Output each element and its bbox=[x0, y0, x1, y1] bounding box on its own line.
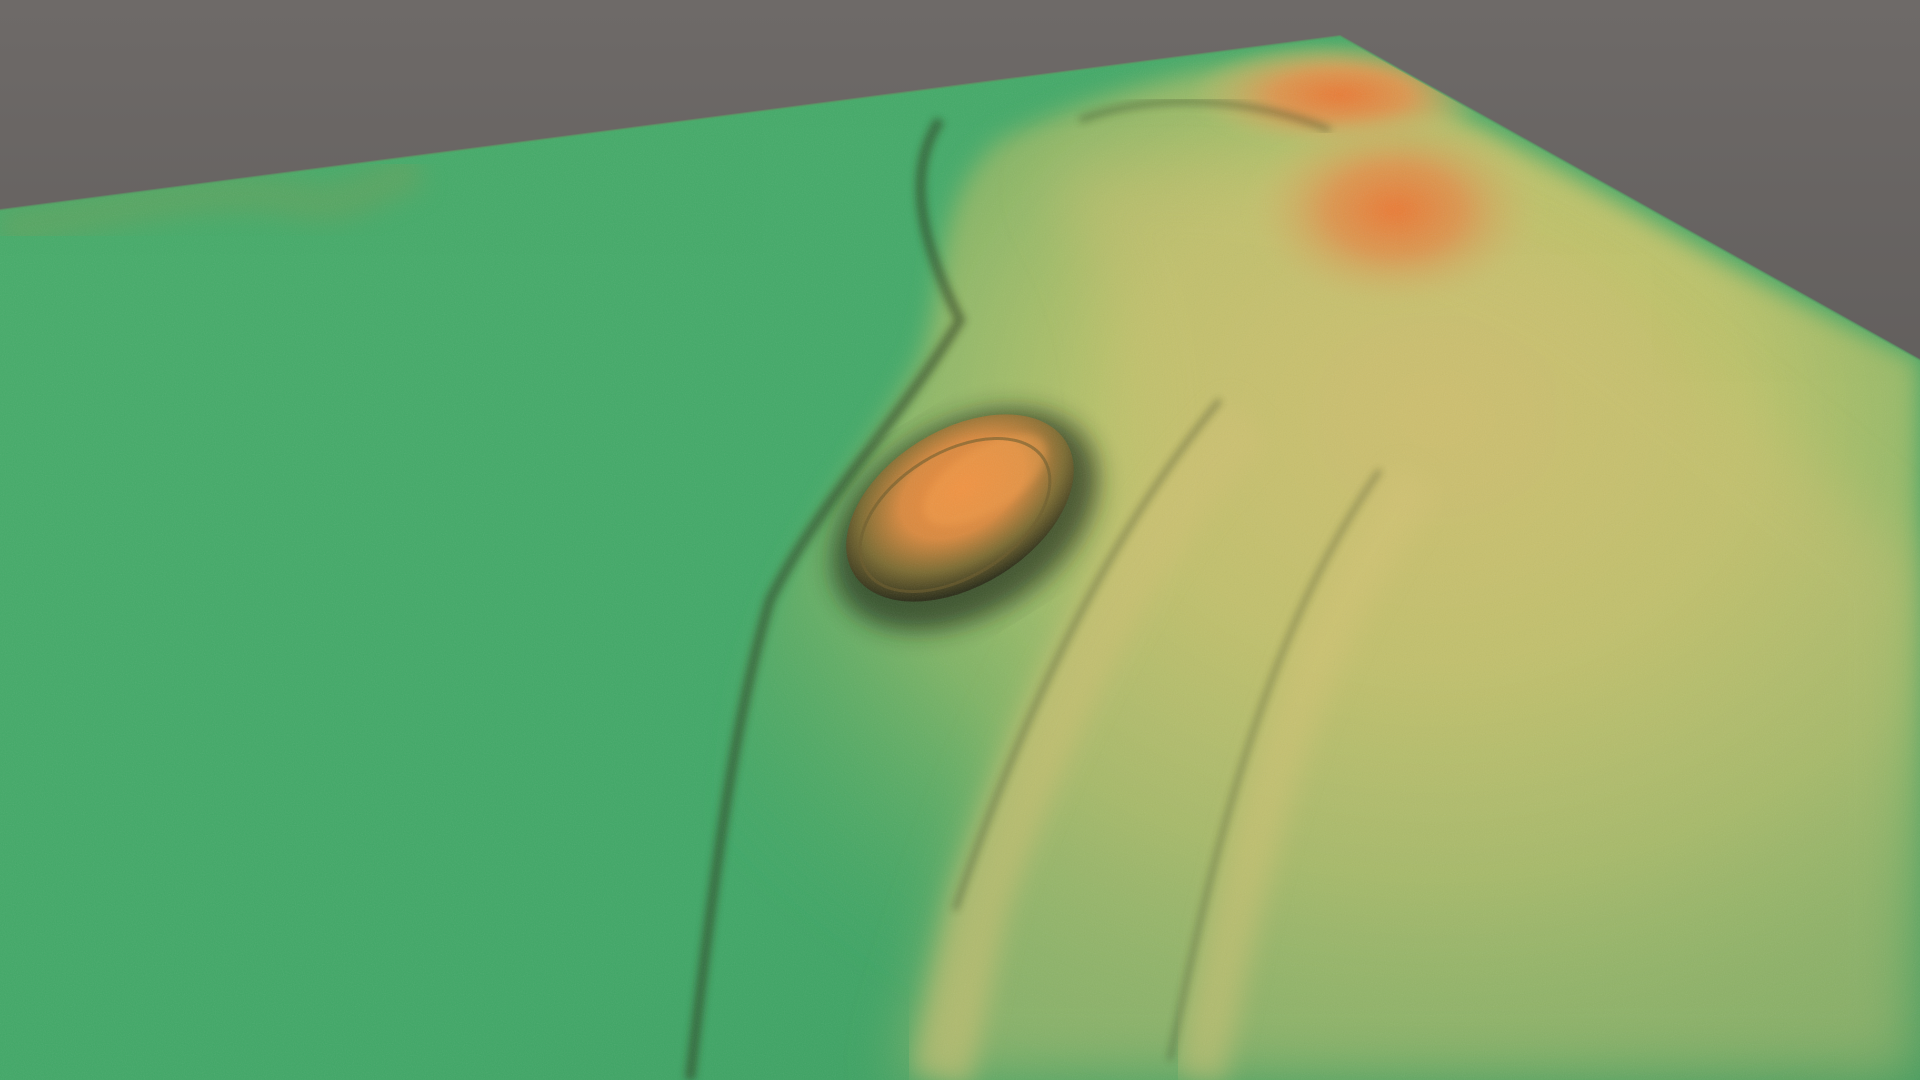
terrain-viewport[interactable] bbox=[0, 0, 1920, 1080]
terrain-render bbox=[0, 0, 1920, 1080]
